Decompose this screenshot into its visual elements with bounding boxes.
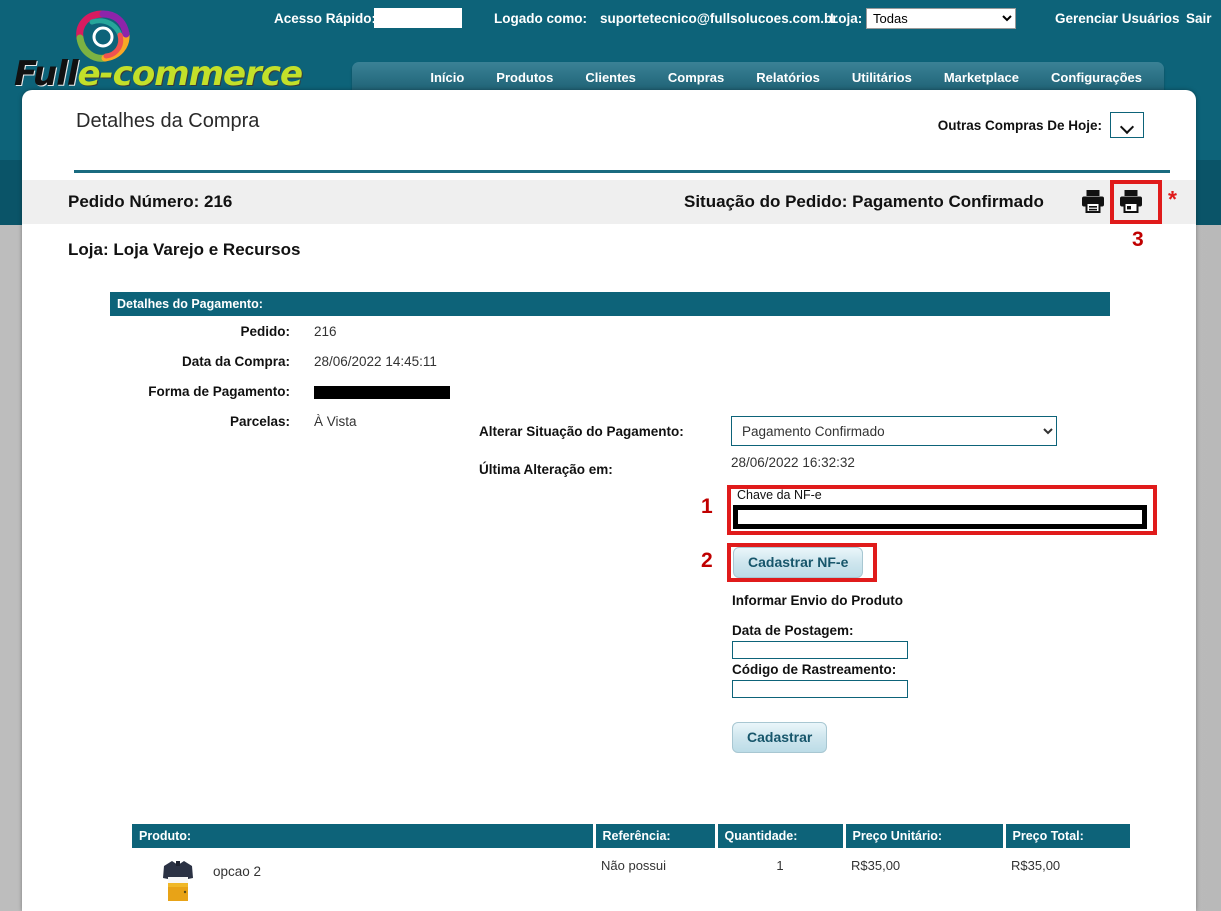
panel-header: Detalhes da Compra Outras Compras De Hoj…	[22, 90, 1196, 173]
column-header-preco-total: Preço Total:	[1004, 824, 1130, 848]
order-status-strip: Pedido Número: 216 Situação do Pedido: P…	[22, 180, 1196, 251]
nav-item-utilitarios[interactable]: Utilitários	[836, 70, 928, 85]
outras-compras-select[interactable]	[1110, 112, 1144, 138]
data-postagem-input[interactable]	[732, 641, 908, 659]
nav-item-configuracoes[interactable]: Configurações	[1035, 70, 1158, 85]
asterisk-marker: *	[1168, 186, 1177, 212]
product-preco-unitario: R$35,00	[844, 848, 1004, 911]
utility-bar: Acesso Rápido: Logado como: suportetecni…	[0, 8, 1221, 32]
informar-envio-title: Informar Envio do Produto	[732, 593, 903, 608]
cadastrar-envio-button[interactable]: Cadastrar	[732, 722, 828, 753]
nav-item-clientes[interactable]: Clientes	[569, 70, 652, 85]
nav-item-compras[interactable]: Compras	[652, 70, 740, 85]
products-table: Produto: Referência: Quantidade: Preço U…	[132, 824, 1130, 911]
title-divider	[74, 170, 1170, 173]
content-panel: Detalhes da Compra Outras Compras De Hoj…	[22, 90, 1196, 911]
nav-item-inicio[interactable]: Início	[414, 70, 480, 85]
payment-details-header: Detalhes do Pagamento:	[110, 292, 1110, 316]
alterar-situacao-select[interactable]: Pagamento Confirmado	[731, 416, 1057, 446]
print-receipt-icon[interactable]	[1118, 188, 1144, 219]
payment-label-forma: Forma de Pagamento:	[148, 384, 290, 399]
logo-text-full: Full	[14, 54, 78, 94]
logado-como-label: Logado como:	[494, 11, 587, 26]
nav-item-marketplace[interactable]: Marketplace	[928, 70, 1035, 85]
payment-value-data: 28/06/2022 14:45:11	[314, 354, 437, 369]
annotation-number-1: 1	[701, 495, 713, 518]
payment-value-pedido: 216	[314, 324, 337, 339]
table-row: opcao 2 Não possui 1 R$35,00 R$35,00	[132, 848, 1130, 911]
gerenciar-usuarios-link[interactable]: Gerenciar Usuários	[1055, 11, 1180, 26]
codigo-rastreamento-input[interactable]	[732, 680, 908, 698]
ultima-alteracao-label: Última Alteração em:	[479, 462, 613, 477]
product-cell: opcao 2	[132, 848, 594, 911]
nav-list: Início Produtos Clientes Compras Relatór…	[352, 62, 1164, 92]
store-name-line: Loja: Loja Varejo e Recursos	[68, 240, 301, 259]
order-status: Situação do Pedido: Pagamento Confirmado	[684, 192, 1044, 211]
alterar-situacao-label: Alterar Situação do Pagamento:	[479, 424, 684, 439]
column-header-preco-unitario: Preço Unitário:	[844, 824, 1006, 848]
page-title: Detalhes da Compra	[76, 110, 260, 132]
outras-compras-group: Outras Compras De Hoje:	[938, 112, 1144, 138]
chave-nfe-input[interactable]	[733, 505, 1147, 529]
product-referencia: Não possui	[594, 848, 716, 911]
nav-item-relatorios[interactable]: Relatórios	[740, 70, 836, 85]
column-header-quantidade: Quantidade:	[716, 824, 846, 848]
payment-value-forma-redacted	[314, 386, 450, 399]
main-navigation: Início Produtos Clientes Compras Relatór…	[352, 62, 1164, 92]
annotation-number-3: 3	[1132, 228, 1144, 251]
payment-label-parcelas: Parcelas:	[229, 414, 290, 429]
ultima-alteracao-value: 28/06/2022 16:32:32	[731, 455, 855, 470]
screen-root: Fulle-commerce Acesso Rápido: Logado com…	[0, 0, 1221, 911]
cadastrar-nfe-button[interactable]: Cadastrar NF-e	[733, 547, 864, 578]
logo-wordmark: Fulle-commerce	[14, 54, 304, 94]
order-number: Pedido Número: 216	[68, 192, 233, 211]
product-name: opcao 2	[213, 864, 262, 879]
acesso-rapido-input[interactable]	[374, 8, 462, 28]
codigo-rastreamento-label: Código de Rastreamento:	[732, 662, 897, 677]
logged-user-email: suportetecnico@fullsolucoes.com.br	[600, 11, 838, 26]
data-postagem-label: Data de Postagem:	[732, 623, 854, 638]
print-icon[interactable]	[1080, 188, 1106, 219]
nfe-key-group: 1 Chave da NF-e	[701, 485, 1157, 535]
nav-item-produtos[interactable]: Produtos	[480, 70, 569, 85]
loja-select[interactable]: Todas	[866, 8, 1016, 29]
acesso-rapido-label: Acesso Rápido:	[274, 11, 377, 26]
chave-nfe-label: Chave da NF-e	[737, 488, 822, 502]
annotation-number-2: 2	[701, 549, 713, 572]
logo-text-ecommerce: e-commerce	[77, 54, 304, 94]
payment-label-data: Data da Compra:	[181, 354, 290, 369]
product-quantidade: 1	[716, 848, 844, 911]
payment-label-pedido: Pedido:	[240, 324, 291, 339]
products-header-row: Produto: Referência: Quantidade: Preço U…	[132, 824, 1130, 848]
column-header-produto: Produto:	[132, 824, 596, 848]
product-preco-total: R$35,00	[1004, 848, 1130, 911]
sair-link[interactable]: Sair	[1186, 11, 1212, 26]
outras-compras-label: Outras Compras De Hoje:	[937, 117, 1102, 133]
column-header-referencia: Referência:	[594, 824, 718, 848]
loja-label: Loja:	[830, 11, 863, 26]
product-thumbnail[interactable]	[159, 858, 197, 904]
payment-value-parcelas: À Vista	[314, 414, 357, 429]
